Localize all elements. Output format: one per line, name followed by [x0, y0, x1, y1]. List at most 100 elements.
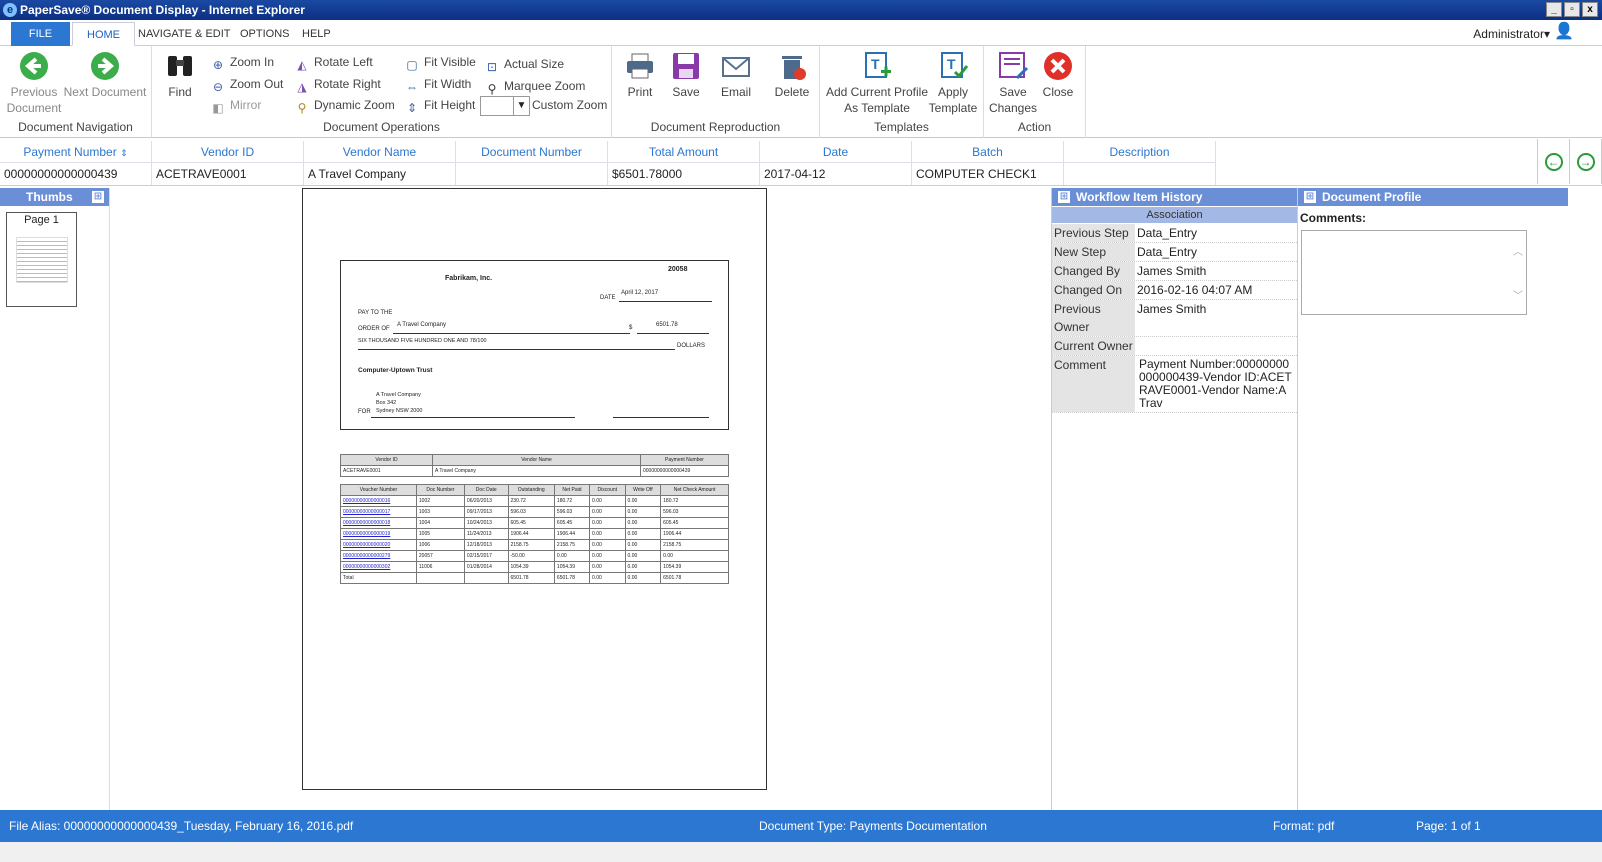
- mirror-label: Mirror: [230, 98, 262, 112]
- stub-voucher-link[interactable]: 00000000000000020: [340, 539, 417, 551]
- bottom-strip: [0, 842, 1602, 862]
- stub-cell: 1004: [415, 517, 465, 529]
- ribbon-tabs: FILE HOME NAVIGATE & EDIT OPTIONS HELP A…: [0, 20, 1602, 46]
- save-button[interactable]: Save: [666, 50, 706, 100]
- stub-vendor-id: ACETRAVE0001: [340, 465, 433, 477]
- group-label-templates: Templates: [874, 120, 929, 134]
- user-menu[interactable]: Administrator▾: [1473, 27, 1550, 41]
- stub-cell: 0.00: [589, 539, 626, 551]
- dynamic-zoom-label: Dynamic Zoom: [314, 98, 395, 112]
- stub-vendor-table: Vendor ID Vendor Name Payment Number ACE…: [340, 454, 729, 477]
- page-thumbnail[interactable]: Page 1: [6, 212, 77, 307]
- cell-payment-number[interactable]: 00000000000000439: [0, 163, 152, 185]
- add-profile-template-button[interactable]: T Add Current Profile As Template: [824, 50, 930, 116]
- previous-record-button[interactable]: ←: [1538, 139, 1570, 184]
- marquee-zoom-button[interactable]: ⚲ Marquee Zoom: [484, 76, 586, 96]
- dynamic-zoom-button[interactable]: ⚲ Dynamic Zoom: [294, 95, 395, 115]
- add-template-label-1: Add Current Profile: [825, 85, 929, 99]
- document-viewer[interactable]: Fabrikam, Inc. 20058 DATE April 12, 2017…: [109, 188, 1052, 810]
- workflow-key: Changed By: [1052, 262, 1135, 280]
- zoom-out-button[interactable]: ⊖ Zoom Out: [210, 74, 283, 94]
- cell-batch[interactable]: COMPUTER CHECK1: [912, 163, 1064, 185]
- close-button[interactable]: Close: [1040, 50, 1076, 100]
- delete-button[interactable]: Delete: [770, 50, 814, 100]
- col-vendor-name[interactable]: Vendor Name: [304, 141, 456, 163]
- custom-zoom-select[interactable]: ▼: [480, 96, 530, 116]
- stub-voucher-link[interactable]: 00000000000000279: [340, 550, 417, 562]
- workflow-row: Previous Step Data_Entry: [1052, 224, 1297, 243]
- pin-icon[interactable]: ⊞: [1304, 191, 1316, 203]
- stub-h2-doc-number: Doc Number: [415, 484, 465, 496]
- mirror-button[interactable]: ◧ Mirror: [210, 95, 261, 115]
- stub-cell: 596.03: [660, 506, 729, 518]
- print-button[interactable]: Print: [620, 50, 660, 100]
- pin-icon[interactable]: ⊞: [92, 191, 104, 203]
- scroll-up-icon[interactable]: ︿: [1513, 243, 1523, 258]
- fit-visible-button[interactable]: ▢ Fit Visible: [404, 52, 475, 72]
- cell-total-amount[interactable]: $6501.78000: [608, 163, 760, 185]
- check-dollar-sign: $: [629, 325, 633, 331]
- stub-voucher-link[interactable]: 00000000000000302: [340, 561, 417, 573]
- stub-cell: 0.00: [589, 561, 626, 573]
- stub-cell: 1054.39: [507, 561, 555, 573]
- col-payment-number[interactable]: Payment Number ⇕: [0, 141, 152, 163]
- workflow-comment: Payment Number:00000000000000439-Vendor …: [1139, 357, 1292, 410]
- workflow-row: Previous Owner James Smith: [1052, 300, 1297, 337]
- col-total-amount[interactable]: Total Amount: [608, 141, 760, 163]
- stub-cell: 10/24/2013: [463, 517, 509, 529]
- grid-data-row[interactable]: 00000000000000439 ACETRAVE0001 A Travel …: [0, 163, 1216, 185]
- comments-textarea[interactable]: ︿ ﹀: [1301, 230, 1527, 315]
- stub-cell: 0.00: [624, 495, 662, 507]
- cell-description[interactable]: [1064, 163, 1216, 185]
- zoom-in-button[interactable]: ⊕ Zoom In: [210, 52, 274, 72]
- scroll-down-icon[interactable]: ﹀: [1513, 287, 1523, 302]
- pin-icon[interactable]: ⊞: [1058, 191, 1070, 203]
- cell-vendor-name[interactable]: A Travel Company: [304, 163, 456, 185]
- stub-voucher-link[interactable]: 00000000000000017: [340, 506, 417, 518]
- rotate-right-button[interactable]: ◮ Rotate Right: [294, 74, 380, 94]
- next-document-label: Next Document: [63, 85, 147, 99]
- previous-document-button[interactable]: Previous Document: [6, 50, 62, 116]
- minimize-button[interactable]: _: [1546, 2, 1562, 17]
- right-arrow-icon: →: [1576, 152, 1595, 171]
- find-button[interactable]: Find: [160, 50, 200, 100]
- fit-width-button[interactable]: ⇔ Fit Width: [404, 74, 471, 94]
- fit-height-button[interactable]: ⇕ Fit Height: [404, 95, 475, 115]
- next-record-button[interactable]: →: [1570, 139, 1602, 184]
- stub-cell: 6501.78: [553, 572, 591, 584]
- stub-cell: -50.00: [507, 550, 555, 562]
- stub-voucher-link[interactable]: 00000000000000019: [340, 528, 417, 540]
- restore-button[interactable]: ▫: [1564, 2, 1580, 17]
- col-document-number[interactable]: Document Number: [456, 141, 608, 163]
- save-label: Save: [672, 85, 700, 99]
- thumbnail-label: Page 1: [24, 214, 59, 226]
- tab-file[interactable]: FILE: [11, 22, 70, 46]
- workflow-key: Current Owner: [1052, 337, 1135, 355]
- cell-date[interactable]: 2017-04-12: [760, 163, 912, 185]
- col-date[interactable]: Date: [760, 141, 912, 163]
- stub-voucher-link[interactable]: 00000000000000016: [340, 495, 417, 507]
- chevron-down-icon: ▼: [513, 97, 529, 115]
- apply-template-button[interactable]: T Apply Template: [928, 50, 978, 116]
- close-window-button[interactable]: x: [1582, 2, 1598, 17]
- email-button[interactable]: Email: [716, 50, 756, 100]
- stub-cell: 180.72: [553, 495, 591, 507]
- col-batch[interactable]: Batch: [912, 141, 1064, 163]
- save-changes-button[interactable]: Save Changes: [988, 50, 1038, 116]
- stub-cell: 2158.75: [553, 539, 591, 551]
- workflow-row: Changed On 2016-02-16 04:07 AM: [1052, 281, 1297, 300]
- next-document-button[interactable]: Next Document: [62, 50, 148, 100]
- stub-row: 00000000000000018 1004 10/24/2013 605.45 605…: [340, 517, 729, 529]
- trash-icon: [782, 56, 806, 80]
- cell-vendor-id[interactable]: ACETRAVE0001: [152, 163, 304, 185]
- col-description[interactable]: Description: [1064, 141, 1216, 163]
- window-titlebar: e PaperSave® Document Display - Internet…: [0, 0, 1602, 20]
- col-vendor-id[interactable]: Vendor ID: [152, 141, 304, 163]
- zoom-out-icon: ⊖: [212, 80, 224, 94]
- stub-voucher-link[interactable]: 00000000000000018: [340, 517, 417, 529]
- rotate-left-button[interactable]: ◭ Rotate Left: [294, 52, 372, 72]
- actual-size-button[interactable]: ⊡ Actual Size: [484, 54, 564, 74]
- tab-help[interactable]: HELP: [288, 22, 345, 46]
- cell-document-number[interactable]: [456, 163, 608, 185]
- col-payment-number-label: Payment Number: [23, 145, 117, 159]
